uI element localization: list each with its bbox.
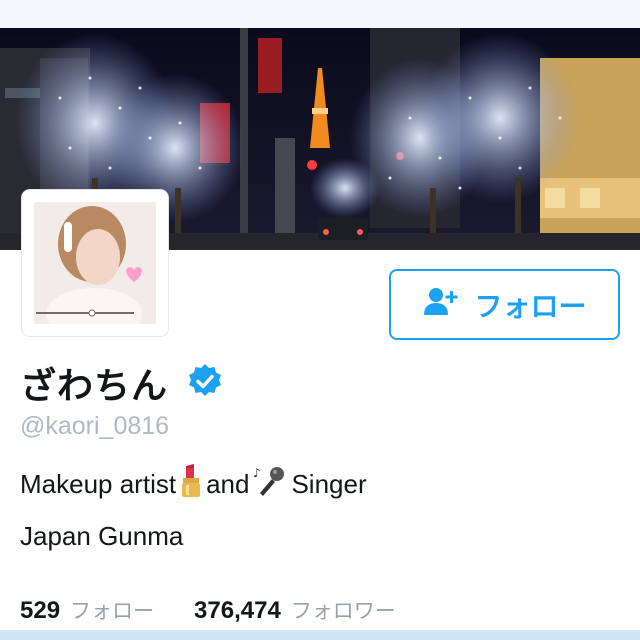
display-name: ざわちん [20,366,169,407]
name-row: ざわちん [20,358,224,408]
microphone-icon: ♪ [253,465,287,504]
add-user-icon [422,285,462,324]
bio-text-makeup: Makeup artist [20,469,177,499]
svg-text:♪: ♪ [253,466,261,480]
avatar-frame[interactable] [22,190,168,336]
profile-stats: 529 フォロー 376,474 フォロワー [20,595,396,625]
followers-count[interactable]: 376,474 [194,597,281,625]
follow-button-label: フォロー [474,289,587,323]
avatar[interactable] [34,202,156,324]
following-label[interactable]: フォロー [70,595,154,625]
bottom-divider [0,630,640,640]
following-count[interactable]: 529 [20,597,60,625]
bio-text-singer: Singer [291,469,367,499]
bio: Makeup artist and ♪ Singer [20,464,367,505]
followers-label[interactable]: フォロワー [291,595,396,625]
bio-text-and: and [206,469,250,499]
user-handle: @kaori_0816 [20,412,170,440]
follow-button[interactable]: フォロー [389,269,620,340]
lipstick-icon [180,464,202,505]
top-strip [0,0,640,28]
verified-badge-icon [186,362,224,405]
location: Japan Gunma [20,521,184,551]
